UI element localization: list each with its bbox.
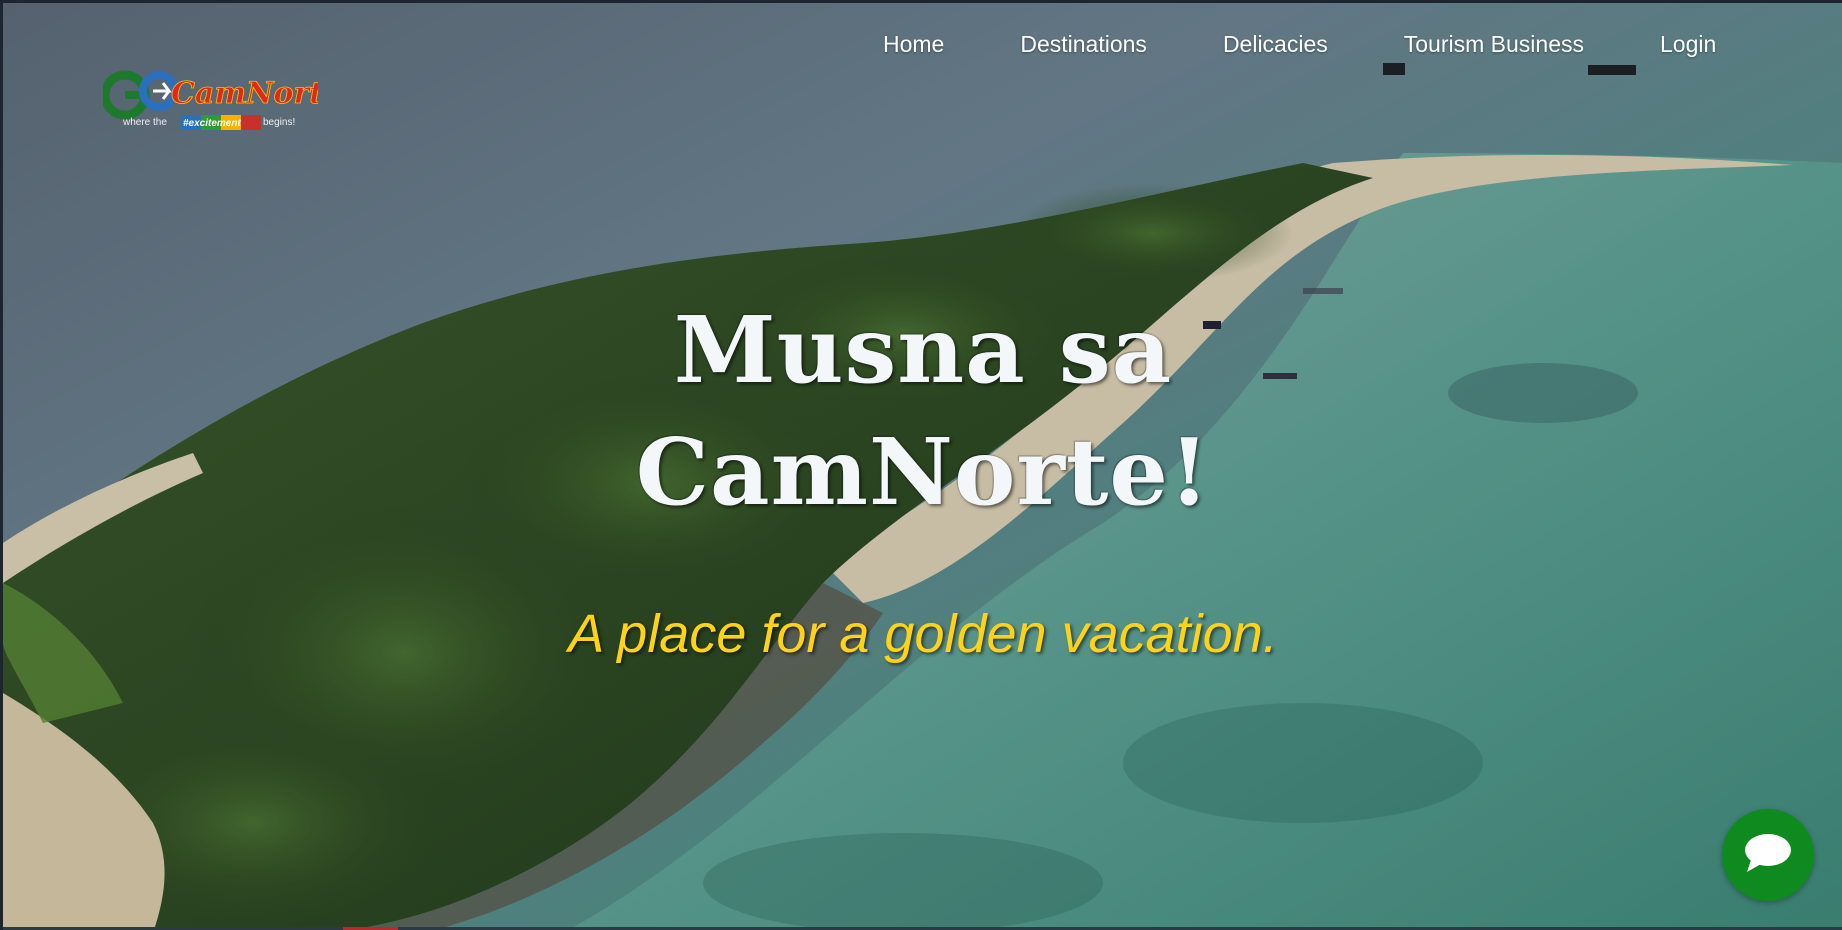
nav-delicacies-link[interactable]: Delicacies — [1223, 31, 1328, 58]
svg-text:CamNorte: CamNorte — [171, 76, 318, 111]
gocamnorte-logo[interactable]: CamNorte where the #excitement begins! — [103, 67, 318, 137]
chat-button[interactable] — [1722, 809, 1814, 901]
nav-login-link[interactable]: Login — [1660, 31, 1716, 58]
chat-bubble-icon — [1743, 832, 1793, 879]
svg-text:#excitement: #excitement — [183, 118, 241, 129]
hero-headline: Musna sa CamNorte! — [563, 289, 1283, 533]
nav-home-link[interactable]: Home — [883, 31, 944, 58]
hero-tagline: A place for a golden vacation. — [568, 604, 1278, 664]
nav-destinations-link[interactable]: Destinations — [1020, 31, 1147, 58]
nav-tourism-business-link[interactable]: Tourism Business — [1404, 31, 1584, 58]
headline-line-2: CamNorte! — [635, 418, 1211, 526]
main-navigation: Home Destinations Delicacies Tourism Bus… — [883, 31, 1716, 58]
svg-text:begins!: begins! — [263, 117, 295, 128]
svg-text:where the: where the — [122, 117, 167, 128]
hero-section: CamNorte where the #excitement begins! H… — [0, 0, 1842, 930]
headline-line-1: Musna sa — [673, 296, 1173, 404]
